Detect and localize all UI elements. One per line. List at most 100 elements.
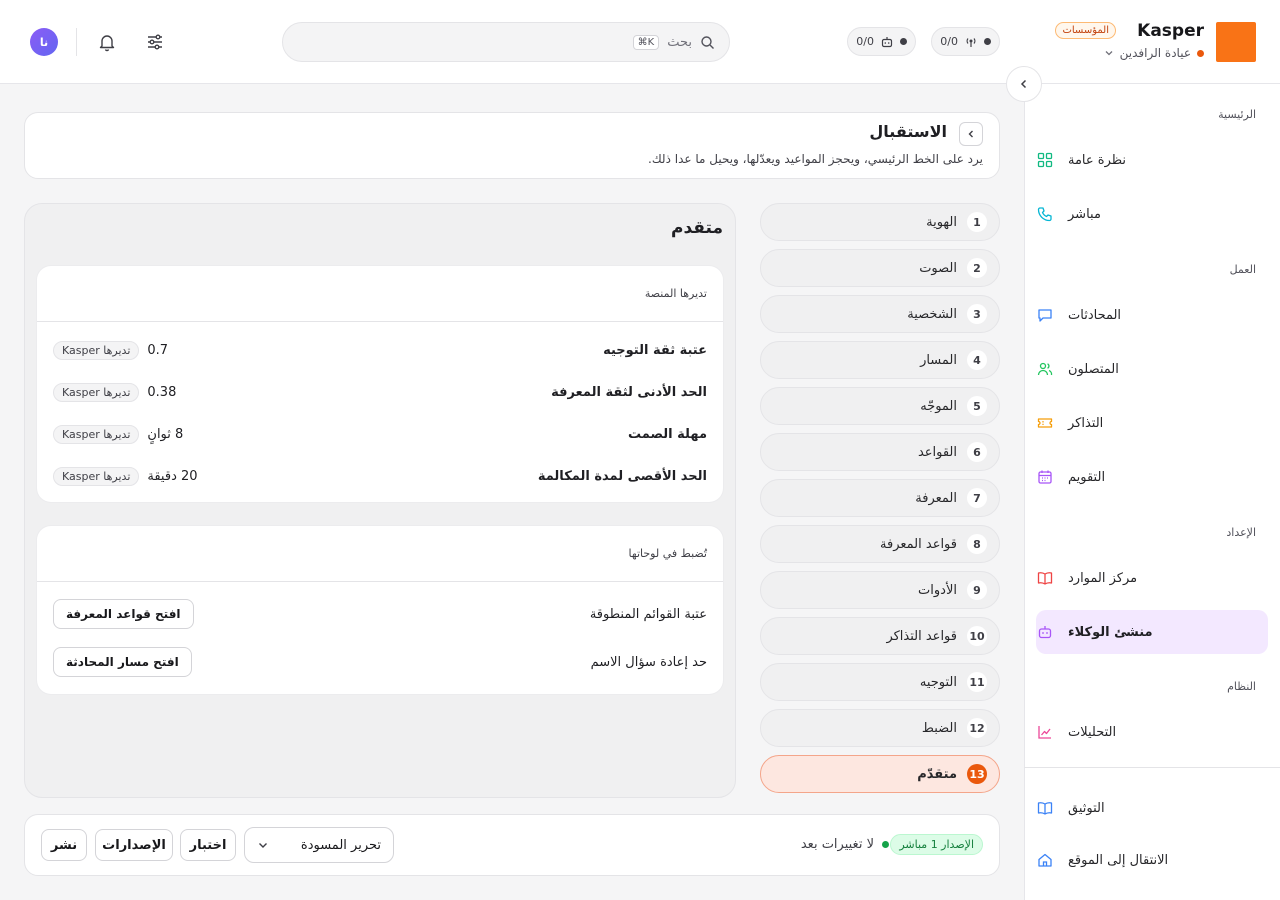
card-heading: تديرها المنصة (37, 266, 723, 322)
setting-row: الحد الأدنى لثقة المعرفة 0.38 تديرها Kas… (53, 378, 707, 406)
sidebar-item-resources[interactable]: مركز الموارد (1036, 556, 1268, 600)
setting-value: 0.38 (147, 384, 177, 400)
platform-managed-card: تديرها المنصة عتبة ثقة التوجيه 0.7 تديره… (37, 266, 723, 502)
setting-value-group: 20 دقيقة تديرها Kasper (53, 466, 198, 486)
step-knowledge[interactable]: 7 المعرفة (760, 479, 1000, 517)
step-number: 1 (967, 212, 987, 232)
step-number: 6 (967, 442, 987, 462)
sidebar-item-analytics[interactable]: التحليلات (1036, 710, 1268, 754)
step-personality[interactable]: 3 الشخصية (760, 295, 1000, 333)
version-badge: الإصدار 1 مباشر (890, 834, 983, 855)
step-routing[interactable]: 11 التوجيه (760, 663, 1000, 701)
step-number: 2 (967, 258, 987, 278)
status-dot (900, 38, 907, 45)
setting-label: الحد الأدنى لثقة المعرفة (551, 384, 707, 400)
chevron-down-icon (1104, 48, 1114, 58)
book-icon (1036, 569, 1054, 587)
managed-badge: تديرها Kasper (53, 382, 140, 402)
back-button[interactable] (959, 122, 983, 146)
user-avatar[interactable]: نا (30, 28, 58, 56)
page-subtitle: يرد على الخط الرئيسي، ويحجز المواعيد ويع… (648, 152, 983, 166)
setting-label: حد إعادة سؤال الاسم (590, 654, 707, 670)
test-button[interactable]: اختبار (180, 829, 236, 861)
plan-badge: المؤسسات (1055, 22, 1116, 39)
sidebar-item-label: مباشر (1068, 206, 1101, 222)
versions-button[interactable]: الإصدارات (95, 829, 173, 861)
agents-counter[interactable]: 0/0 (847, 27, 916, 56)
sidebar: الرئيسية نظرة عامة مباشر العمل المحادثات… (1024, 84, 1280, 900)
open-conversation-flow-button[interactable]: افتح مسار المحادثة (53, 647, 192, 677)
sidebar-item-calendar[interactable]: التقويم (1036, 455, 1268, 499)
step-flow[interactable]: 4 المسار (760, 341, 1000, 379)
search-box[interactable]: بحث ⌘K (282, 22, 730, 62)
brand-logo (1216, 22, 1256, 62)
step-label: الضبط (921, 720, 957, 736)
open-knowledge-bases-button[interactable]: افتح قواعد المعرفة (53, 599, 194, 629)
step-ticket-rules[interactable]: 10 قواعد التذاكر (760, 617, 1000, 655)
setting-value: 20 دقيقة (147, 468, 198, 484)
sidebar-item-label: الانتقال إلى الموقع (1068, 852, 1169, 868)
step-tuning[interactable]: 12 الضبط (760, 709, 1000, 747)
advanced-panel: متقدم تديرها المنصة عتبة ثقة التوجيه 0.7… (24, 203, 736, 798)
sliders-icon (145, 32, 165, 52)
sidebar-item-tickets[interactable]: التذاكر (1036, 401, 1268, 445)
phone-icon (1036, 205, 1054, 223)
sidebar-item-live[interactable]: مباشر (1036, 192, 1268, 236)
card-heading: تُضبط في لوحاتها (37, 526, 723, 582)
toolbar-divider (76, 28, 77, 56)
robot-icon (1036, 623, 1054, 641)
action-bar: الإصدار 1 مباشر لا تغييرات بعد تحرير الم… (24, 814, 1000, 876)
setting-value-group: 0.38 تديرها Kasper (53, 382, 177, 402)
search-placeholder: بحث (667, 34, 692, 50)
step-number: 7 (967, 488, 987, 508)
managed-badge: تديرها Kasper (53, 466, 140, 486)
sidebar-item-label: التذاكر (1068, 415, 1104, 431)
sidebar-item-callers[interactable]: المتصلون (1036, 347, 1268, 391)
publish-button[interactable]: نشر (41, 829, 87, 861)
setting-label: عتبة القوائم المنطوقة (589, 606, 707, 622)
sidebar-item-label: نظرة عامة (1068, 152, 1127, 168)
step-label: القواعد (917, 444, 957, 460)
step-tools[interactable]: 9 الأدوات (760, 571, 1000, 609)
filters-button[interactable] (141, 28, 169, 56)
sidebar-section-main: الرئيسية (1218, 108, 1256, 121)
org-status-dot (1197, 49, 1204, 57)
setting-row: حد إعادة سؤال الاسم افتح مسار المحادثة (53, 646, 707, 678)
step-advanced[interactable]: 13 متقدّم (760, 755, 1000, 793)
ticket-icon (1036, 414, 1054, 432)
step-voice[interactable]: 2 الصوت (760, 249, 1000, 287)
setting-label: عتبة ثقة التوجيه (603, 342, 707, 358)
sidebar-item-label: مركز الموارد (1068, 570, 1138, 586)
grid-icon (1036, 151, 1054, 169)
step-label: متقدّم (917, 766, 957, 782)
sidebar-item-agent-builder[interactable]: منشئ الوكلاء (1036, 610, 1268, 654)
step-rules[interactable]: 6 القواعد (760, 433, 1000, 471)
sidebar-item-label: التحليلات (1068, 724, 1117, 740)
agent-header-card: الاستقبال يرد على الخط الرئيسي، ويحجز ال… (24, 112, 1000, 179)
sidebar-item-go-to-site[interactable]: الانتقال إلى الموقع (1036, 838, 1268, 882)
sidebar-item-conversations[interactable]: المحادثات (1036, 293, 1268, 337)
sidebar-collapse-button[interactable] (1006, 66, 1042, 102)
changes-status: لا تغييرات بعد (801, 837, 889, 852)
sidebar-item-label: التقويم (1068, 469, 1106, 485)
org-switcher[interactable]: عيادة الرافدين (1104, 46, 1204, 60)
setting-row: عتبة ثقة التوجيه 0.7 تديرها Kasper (53, 336, 707, 364)
step-prompt[interactable]: 5 الموجّه (760, 387, 1000, 425)
sidebar-item-overview[interactable]: نظرة عامة (1036, 138, 1268, 182)
calendar-icon (1036, 468, 1054, 486)
sidebar-item-label: المحادثات (1068, 307, 1122, 323)
sidebar-divider (1024, 767, 1280, 768)
robot-icon (880, 35, 894, 49)
status-dot (882, 841, 889, 848)
notifications-button[interactable] (93, 28, 121, 56)
sidebar-section-work: العمل (1229, 263, 1256, 276)
brand-name: Kasper (1137, 21, 1204, 41)
step-knowledge-bases[interactable]: 8 قواعد المعرفة (760, 525, 1000, 563)
docs-icon (1036, 799, 1054, 817)
sidebar-item-docs[interactable]: التوثيق (1036, 786, 1268, 830)
step-label: الشخصية (907, 306, 957, 322)
step-label: قواعد المعرفة (880, 536, 957, 552)
step-identity[interactable]: 1 الهوية (760, 203, 1000, 241)
draft-select[interactable]: تحرير المسودة (244, 827, 394, 863)
live-calls-counter[interactable]: 0/0 (931, 27, 1000, 56)
